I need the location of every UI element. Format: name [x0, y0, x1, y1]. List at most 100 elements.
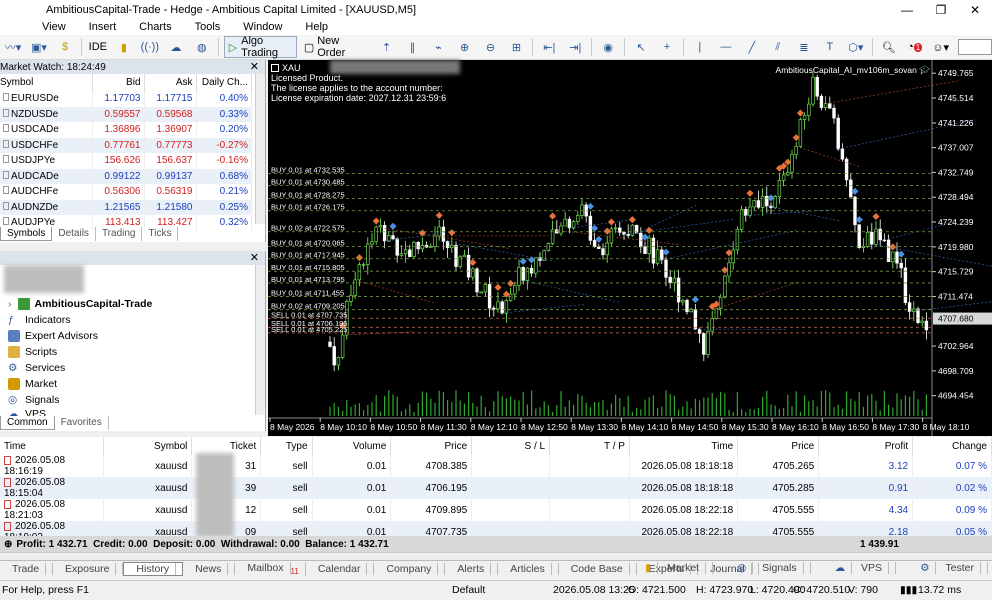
signals-button[interactable]: ◎ Signals: [725, 562, 811, 574]
autoscroll-icon[interactable]: ⇤|: [538, 36, 560, 58]
market-watch-row[interactable]: USDCADe 1.36896 1.36907 0.20%: [0, 122, 252, 138]
tab-code-base[interactable]: Code Base: [559, 563, 637, 575]
tab-favorites[interactable]: Favorites: [55, 416, 109, 430]
navigator-scrollbar[interactable]: [255, 265, 265, 415]
search-icon[interactable]: 🔍︎: [878, 36, 900, 58]
col-header[interactable]: Time: [629, 437, 739, 455]
nav-market[interactable]: Market: [8, 378, 57, 390]
col-header[interactable]: S / L: [471, 437, 551, 455]
nav-indicators[interactable]: ƒ Indicators: [8, 314, 71, 326]
candles-icon[interactable]: ∥: [401, 36, 423, 58]
tab-history[interactable]: History: [123, 562, 184, 576]
cloud-icon[interactable]: ☁: [165, 36, 187, 58]
menu-window[interactable]: Window: [243, 21, 282, 33]
ide-button[interactable]: IDE: [87, 36, 109, 58]
market-watch-row[interactable]: AUDCADe 0.99122 0.99137 0.68%: [0, 168, 252, 184]
minimize-button[interactable]: —: [890, 0, 924, 20]
tester-button[interactable]: ⚙ Tester: [908, 562, 988, 574]
nav-signals[interactable]: ◎ Signals: [8, 394, 59, 406]
market-watch-row[interactable]: NZDUSDe 0.59557 0.59568 0.33%: [0, 106, 252, 122]
col-daily-change[interactable]: Daily Ch...: [196, 74, 252, 91]
chart-shift-icon[interactable]: ⇥|: [564, 36, 586, 58]
market-watch-row[interactable]: EURUSDe 1.17703 1.17715 0.40%: [0, 91, 252, 107]
market-button[interactable]: ▮ Market: [633, 562, 714, 574]
col-header[interactable]: Volume: [312, 437, 392, 455]
tab-symbols[interactable]: Symbols: [0, 227, 53, 241]
buy-icon[interactable]: ⇡: [375, 36, 397, 58]
chart-type-icon[interactable]: 〰▾: [2, 36, 24, 58]
col-header[interactable]: Price: [737, 437, 820, 455]
trendline-icon[interactable]: ╱: [741, 36, 763, 58]
signal-icon[interactable]: ((·)): [139, 36, 161, 58]
text-icon[interactable]: T: [819, 36, 841, 58]
shapes-icon[interactable]: ⬡▾: [845, 36, 867, 58]
price-chart[interactable]: BUY 0.01 at 4732.535 BUY 0.01 at 4730.485…: [268, 60, 992, 436]
col-symbol[interactable]: Symbol: [0, 74, 93, 91]
screenshot-icon[interactable]: ◉: [597, 36, 619, 58]
account-icon[interactable]: ☺▾: [930, 36, 952, 58]
line-icon[interactable]: ⌁: [427, 36, 449, 58]
col-header[interactable]: Profit: [818, 437, 914, 455]
col-header[interactable]: Type: [260, 437, 313, 455]
trade-row[interactable]: 2026.05.08 18:15:04 xauusd 39 sell 0.01 4706.…: [0, 477, 992, 499]
nav-services[interactable]: ⚙ Services: [8, 362, 65, 374]
close-icon[interactable]: ✕: [250, 251, 259, 264]
col-header[interactable]: Price: [390, 437, 473, 455]
trade-row[interactable]: 2026.05.08 18:21:03 xauusd 12 sell 0.01 4709.…: [0, 499, 992, 521]
chart-canvas[interactable]: BUY 0.01 at 4732.535 BUY 0.01 at 4730.485…: [268, 60, 992, 436]
tab-trading[interactable]: Trading: [96, 227, 143, 241]
close-button[interactable]: ✕: [958, 0, 992, 20]
horizontal-line-icon[interactable]: —: [715, 36, 737, 58]
status-profile[interactable]: Default: [452, 584, 485, 596]
tab-company[interactable]: Company: [374, 563, 446, 575]
close-icon[interactable]: ✕: [250, 60, 259, 73]
col-header[interactable]: T / P: [549, 437, 630, 455]
tab-alerts[interactable]: Alerts: [445, 563, 499, 575]
vps-button[interactable]: ☁ VPS: [823, 562, 897, 574]
tab-common[interactable]: Common: [0, 416, 55, 430]
nav-account[interactable]: › AmbitiousCapital-Trade: [8, 298, 152, 310]
tab-articles[interactable]: Articles: [498, 563, 559, 575]
algo-trading-button[interactable]: ▷ Algo Trading: [223, 35, 297, 59]
menu-charts[interactable]: Charts: [139, 21, 171, 33]
zoom-out-icon[interactable]: ⊖: [479, 36, 501, 58]
globe-icon[interactable]: ◍: [191, 36, 213, 58]
tab-calendar[interactable]: Calendar: [306, 563, 375, 575]
bag-icon[interactable]: ▮: [113, 36, 135, 58]
market-watch-scrollbar[interactable]: [255, 74, 265, 224]
market-watch-row[interactable]: AUDNZDe 1.21565 1.21580 0.25%: [0, 199, 252, 215]
notifications-icon[interactable]: ◔ 1: [904, 36, 926, 58]
market-watch-row[interactable]: AUDCHFe 0.56306 0.56319 0.21%: [0, 184, 252, 200]
menu-help[interactable]: Help: [305, 21, 328, 33]
col-header[interactable]: Change: [912, 437, 992, 455]
new-order-button[interactable]: ▢ New Order: [301, 35, 364, 59]
col-header[interactable]: Symbol: [103, 437, 193, 455]
vertical-line-icon[interactable]: |: [689, 36, 711, 58]
fibonacci-icon[interactable]: ≣: [793, 36, 815, 58]
trade-row[interactable]: 2026.05.08 18:16:19 xauusd 31 sell 0.01 4708.…: [0, 455, 992, 477]
tab-details[interactable]: Details: [52, 227, 96, 241]
tab-trade[interactable]: Trade: [0, 563, 54, 575]
menu-view[interactable]: View: [42, 21, 66, 33]
market-watch-row[interactable]: USDCHFe 0.77761 0.77773 -0.27%: [0, 137, 252, 153]
col-bid[interactable]: Bid: [92, 74, 145, 91]
search-input[interactable]: [957, 39, 992, 55]
nav-expert-advisors[interactable]: Expert Advisors: [8, 330, 98, 342]
market-watch-row[interactable]: USDJPYe 156.626 156.637 -0.16%: [0, 153, 252, 169]
chart-menu-icon[interactable]: [271, 64, 279, 72]
horizontal-scrollbar[interactable]: [0, 552, 992, 560]
cursor-icon[interactable]: ↖: [630, 36, 652, 58]
tab-exposure[interactable]: Exposure: [53, 563, 124, 575]
col-ask[interactable]: Ask: [144, 74, 197, 91]
zoom-in-icon[interactable]: ⊕: [453, 36, 475, 58]
menu-insert[interactable]: Insert: [89, 21, 117, 33]
nav-scripts[interactable]: Scripts: [8, 346, 57, 358]
dollar-icon[interactable]: $: [54, 36, 76, 58]
tab-news[interactable]: News: [183, 563, 236, 575]
col-header[interactable]: Time: [0, 437, 104, 455]
grid-icon[interactable]: ⊞: [505, 36, 527, 58]
maximize-button[interactable]: ❐: [924, 0, 958, 20]
tab-mailbox[interactable]: Mailbox 11: [235, 561, 306, 577]
chart-window-icon[interactable]: ▣▾: [28, 36, 50, 58]
menu-tools[interactable]: Tools: [195, 21, 221, 33]
